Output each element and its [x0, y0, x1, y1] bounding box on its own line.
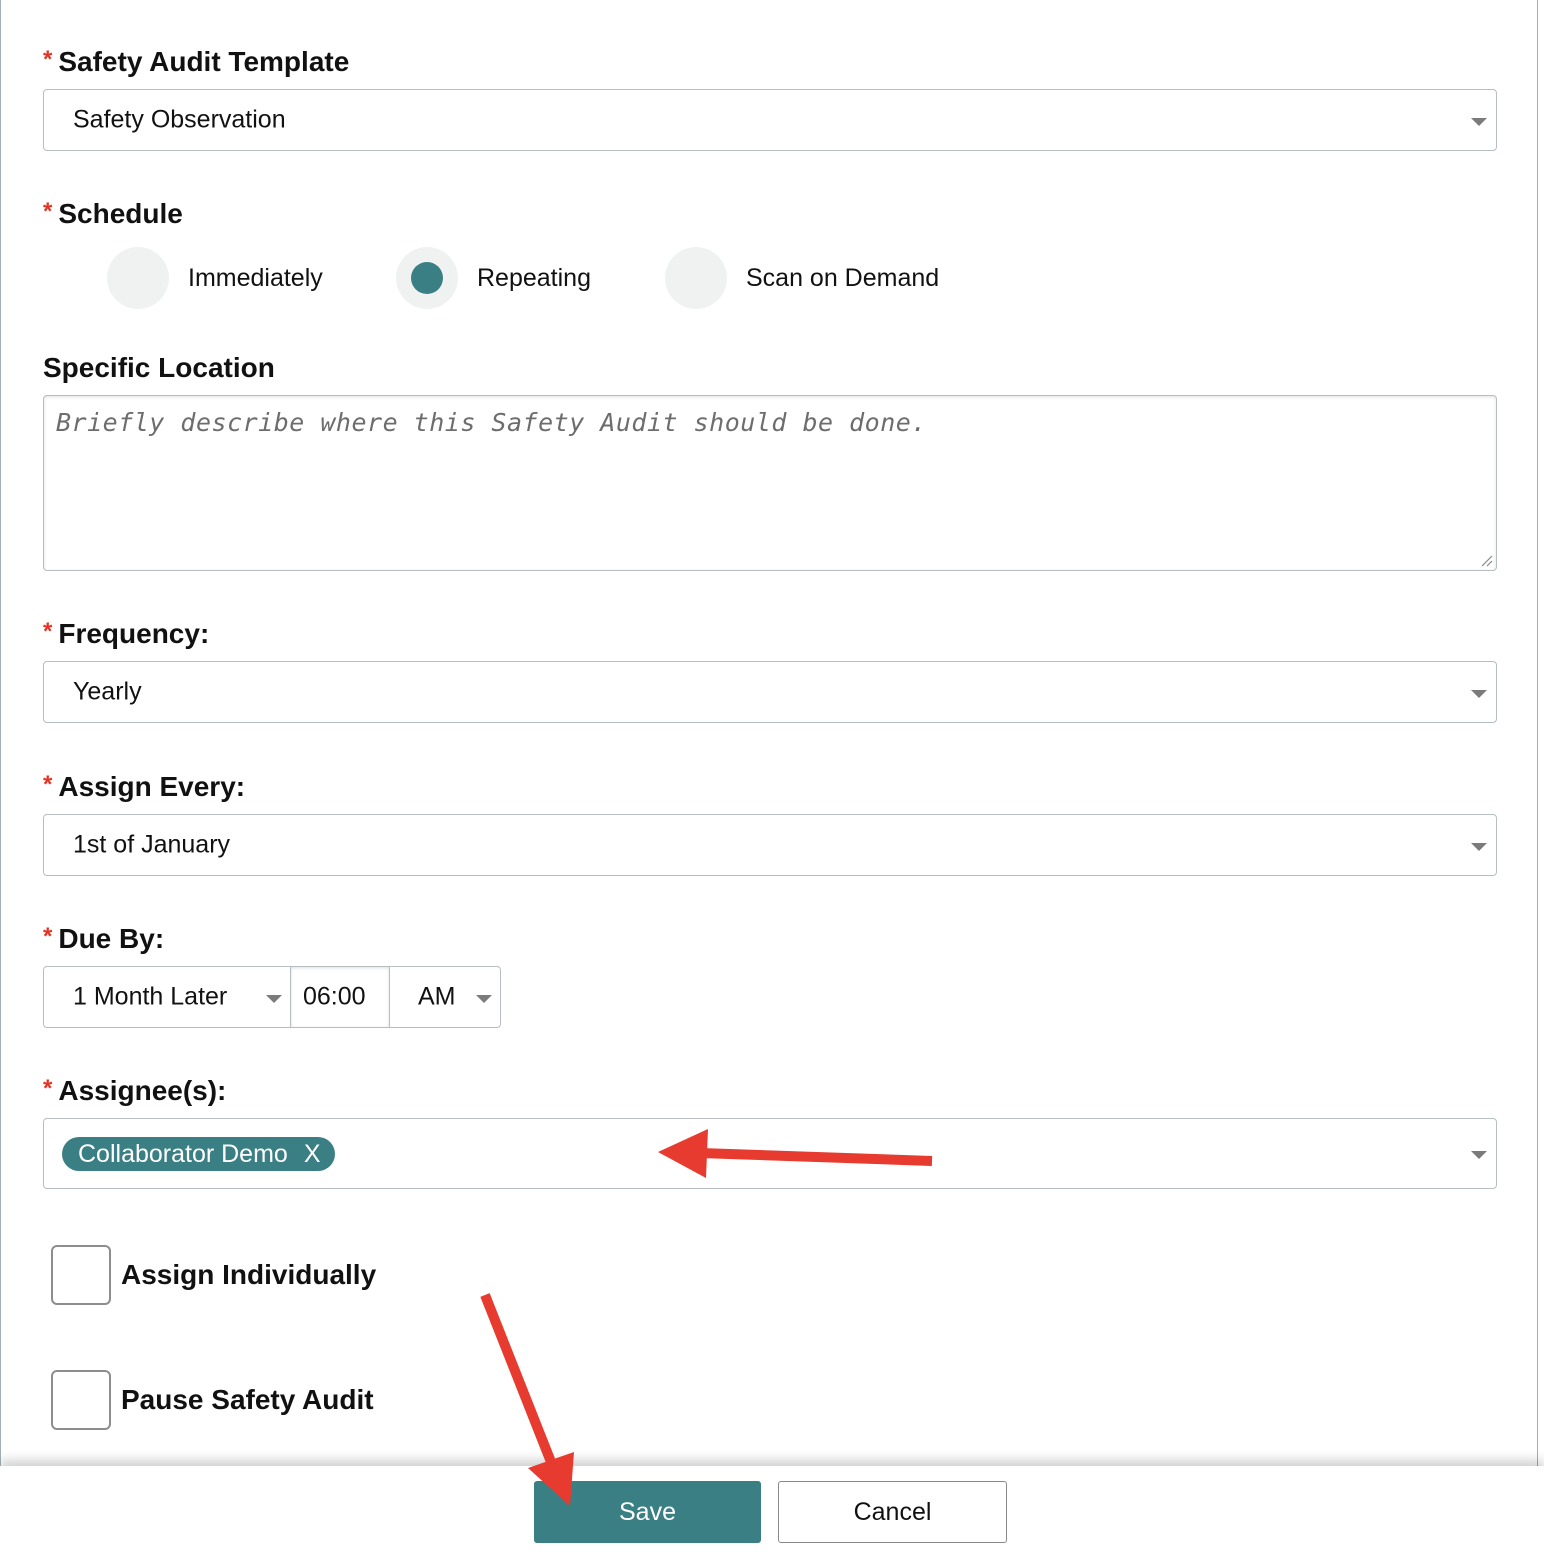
radio-circle[interactable] — [665, 247, 727, 309]
assign-individually-label: Assign Individually — [121, 1259, 377, 1290]
due-period-value: AM — [418, 982, 456, 1011]
chevron-down-icon — [1471, 118, 1487, 126]
assignees-multiselect[interactable]: Collaborator Demo X — [43, 1118, 1497, 1189]
due-time-input[interactable]: 06:00 — [290, 967, 390, 1027]
frequency-select[interactable]: Yearly — [43, 661, 1497, 723]
due-time-value: 06:00 — [303, 982, 366, 1011]
due-period-select[interactable]: AM — [390, 967, 500, 1027]
chevron-down-icon — [476, 995, 492, 1003]
chevron-down-icon — [1471, 843, 1487, 851]
cancel-button[interactable]: Cancel — [778, 1481, 1007, 1543]
due-offset-select[interactable]: 1 Month Later — [44, 967, 290, 1027]
template-select-value: Safety Observation — [73, 105, 286, 134]
location-placeholder: Briefly describe where this Safety Audit… — [56, 408, 927, 437]
chevron-down-icon — [1471, 690, 1487, 698]
location-label: Specific Location — [43, 352, 275, 383]
due-by-label: * Due By: — [43, 923, 165, 954]
schedule-label: * Schedule — [43, 198, 183, 229]
radio-label: Repeating — [477, 263, 591, 292]
required-marker: * — [43, 46, 53, 73]
due-offset-value: 1 Month Later — [73, 982, 228, 1011]
chevron-down-icon — [266, 995, 282, 1003]
template-label: * Safety Audit Template — [43, 46, 350, 77]
schedule-radio-group: Immediately Repeating Scan on Demand — [0, 247, 1200, 311]
radio-circle[interactable] — [107, 247, 169, 309]
radio-repeating[interactable]: Repeating — [396, 247, 591, 309]
required-marker: * — [43, 1075, 53, 1102]
template-select[interactable]: Safety Observation — [43, 89, 1497, 151]
pause-label: Pause Safety Audit — [121, 1384, 374, 1415]
assign-every-select[interactable]: 1st of January — [43, 814, 1497, 876]
remove-tag-icon[interactable]: X — [304, 1140, 321, 1169]
radio-immediately[interactable]: Immediately — [107, 247, 323, 309]
assign-individually-checkbox[interactable] — [51, 1245, 111, 1305]
due-by-group: 1 Month Later 06:00 AM — [43, 966, 501, 1028]
required-marker: * — [43, 771, 53, 798]
frequency-select-value: Yearly — [73, 677, 142, 706]
assign-every-label: * Assign Every: — [43, 771, 246, 802]
radio-label: Immediately — [188, 263, 323, 292]
required-marker: * — [43, 923, 53, 950]
save-button[interactable]: Save — [534, 1481, 761, 1543]
assign-individually-checkbox-row[interactable]: Assign Individually — [51, 1245, 376, 1305]
pause-checkbox[interactable] — [51, 1370, 111, 1430]
required-marker: * — [43, 198, 53, 225]
assignees-label: * Assignee(s): — [43, 1075, 227, 1106]
required-marker: * — [43, 618, 53, 645]
radio-scan-on-demand[interactable]: Scan on Demand — [665, 247, 939, 309]
assignee-tag: Collaborator Demo X — [62, 1137, 335, 1171]
radio-selected-dot — [411, 262, 443, 294]
radio-circle-selected[interactable] — [396, 247, 458, 309]
frequency-label: * Frequency: — [43, 618, 210, 649]
assignee-tag-label: Collaborator Demo — [78, 1139, 288, 1168]
location-textarea[interactable]: Briefly describe where this Safety Audit… — [43, 395, 1497, 571]
assign-every-select-value: 1st of January — [73, 830, 231, 859]
pause-checkbox-row[interactable]: Pause Safety Audit — [51, 1370, 374, 1430]
form-footer: Save Cancel — [0, 1466, 1544, 1558]
radio-label: Scan on Demand — [746, 263, 940, 292]
chevron-down-icon — [1471, 1151, 1487, 1159]
resize-grip-icon[interactable] — [1479, 553, 1493, 567]
